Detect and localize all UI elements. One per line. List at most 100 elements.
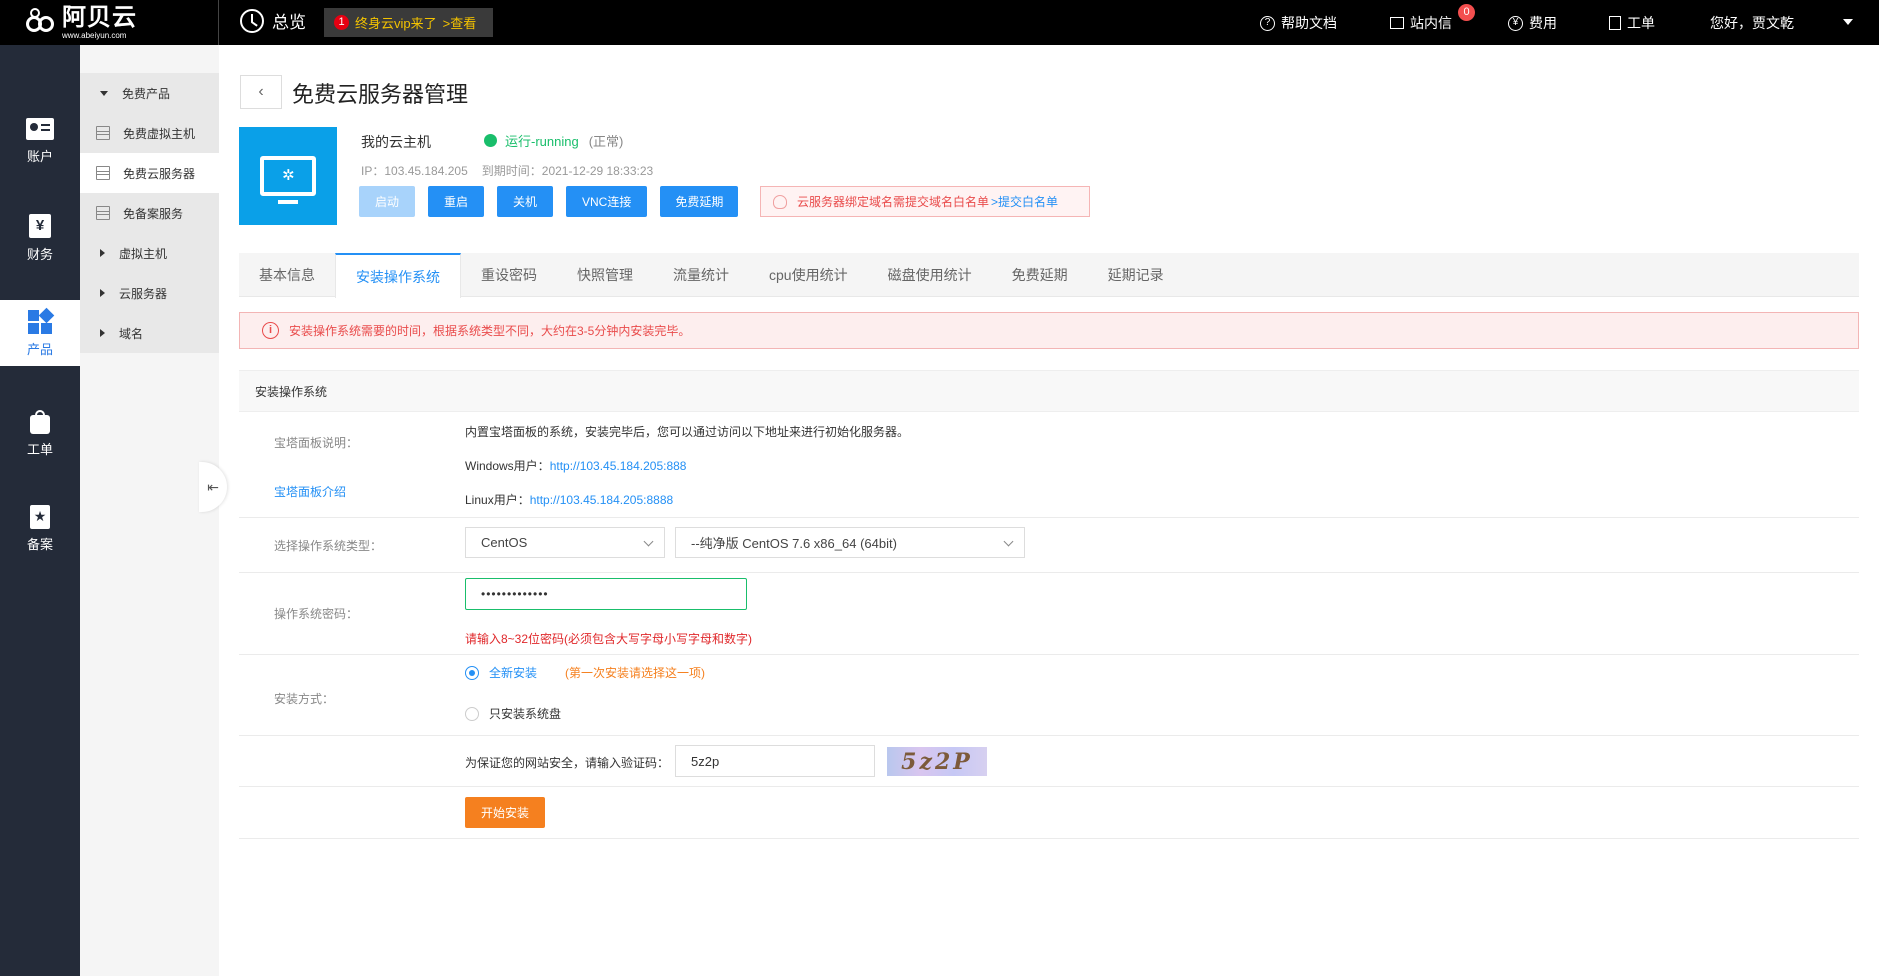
os-password-label: 操作系统密码： xyxy=(274,607,359,621)
id-card-icon xyxy=(26,116,54,142)
row-divider xyxy=(239,786,1859,787)
chevron-down-icon xyxy=(1003,536,1014,547)
main-sidebar: 账户 ¥ 财务 产品 工单 ★ 备案 xyxy=(0,45,80,976)
alert-info-icon: i xyxy=(262,322,279,339)
restart-button[interactable]: 重启 xyxy=(428,186,484,217)
messages-label: 站内信 xyxy=(1410,15,1452,31)
page-title: 免费云服务器管理 xyxy=(292,82,469,107)
yen-icon: ¥ xyxy=(26,213,54,240)
subnav-group-free[interactable]: 免费产品 xyxy=(80,73,219,113)
chevron-down-icon xyxy=(643,536,654,547)
panel-intro-link[interactable]: 宝塔面板介绍 xyxy=(274,483,346,500)
user-menu[interactable]: 您好，贾文乾 xyxy=(1710,13,1794,33)
subnav-group-label: 域名 xyxy=(119,326,144,341)
bag-icon xyxy=(26,409,54,435)
messages-link[interactable]: 站内信 0 xyxy=(1390,4,1475,33)
row-divider xyxy=(239,517,1859,518)
row-divider xyxy=(239,838,1859,839)
tab-cpu-stats[interactable]: cpu使用统计 xyxy=(749,253,868,297)
tickets-label: 工单 xyxy=(1627,15,1655,31)
captcha-input[interactable]: 5z2p xyxy=(675,745,875,777)
full-install-note: (第一次安装请选择这一项) xyxy=(565,666,706,680)
subnav-group-vhost[interactable]: 虚拟主机 xyxy=(80,233,219,273)
os-version-select[interactable]: --纯净版 CentOS 7.6 x86_64 (64bit) xyxy=(675,527,1025,558)
nav-account-label: 账户 xyxy=(26,148,53,164)
start-install-button[interactable]: 开始安装 xyxy=(465,797,545,828)
expand-right-icon xyxy=(100,289,105,297)
tab-install-os[interactable]: 安装操作系统 xyxy=(335,253,461,298)
radio-full-install[interactable]: 全新安装 (第一次安装请选择这一项) xyxy=(465,664,705,681)
logo-mark-icon xyxy=(24,8,58,38)
tab-basic-info[interactable]: 基本信息 xyxy=(239,253,335,297)
help-docs-label: 帮助文档 xyxy=(1281,15,1337,31)
vnc-button[interactable]: VNC连接 xyxy=(566,186,648,217)
linux-label: Linux用户： xyxy=(465,493,530,507)
nav-filing[interactable]: ★ 备案 xyxy=(0,495,80,561)
expand-down-icon xyxy=(100,90,108,96)
captcha-label: 为保证您的网站安全，请输入验证码： xyxy=(465,756,670,770)
submit-whitelist-link[interactable]: >提交白名单 xyxy=(991,193,1058,210)
panel-info-label: 宝塔面板说明： xyxy=(274,436,359,450)
os-type-value: CentOS xyxy=(481,535,528,550)
top-bar: 阿贝云 www.abeiyun.com 总览 1 终身云vip来了 >查看 ? … xyxy=(0,0,1879,45)
overview-link[interactable]: 总览 xyxy=(240,8,306,33)
ticket-icon xyxy=(1609,16,1621,30)
os-version-value: --纯净版 CentOS 7.6 x86_64 (64bit) xyxy=(691,536,897,551)
nav-products[interactable]: 产品 xyxy=(0,300,80,366)
yen-circle-icon: ¥ xyxy=(1508,15,1523,31)
host-name: 我的云主机 xyxy=(361,134,431,150)
help-docs-link[interactable]: ? 帮助文档 xyxy=(1260,13,1337,33)
subnav-item-no-filing[interactable]: 免备案服务 xyxy=(80,193,219,233)
shutdown-button[interactable]: 关机 xyxy=(497,186,553,217)
status-note: (正常) xyxy=(588,134,624,149)
user-menu-caret-icon[interactable] xyxy=(1843,19,1853,25)
subnav-item-free-vhost[interactable]: 免费虚拟主机 xyxy=(80,113,219,153)
windows-label: Windows用户： xyxy=(465,459,550,473)
whitelist-notice: 云服务器绑定域名需提交域名白名单 >提交白名单 xyxy=(760,186,1090,217)
promo-text: 终身云vip来了 xyxy=(355,16,437,31)
free-extend-button[interactable]: 免费延期 xyxy=(660,186,739,217)
os-type-select[interactable]: CentOS xyxy=(465,527,665,558)
tickets-link[interactable]: 工单 xyxy=(1609,13,1655,33)
subnav-item-label: 免费云服务器 xyxy=(123,166,196,181)
subnav-item-free-cloud-server[interactable]: 免费云服务器 xyxy=(80,153,219,193)
tab-snapshots[interactable]: 快照管理 xyxy=(557,253,653,297)
expand-right-icon xyxy=(100,249,105,257)
status-dot-icon xyxy=(484,134,497,147)
radio-checked-icon xyxy=(465,665,479,680)
radio-system-only[interactable]: 只安装系统盘 xyxy=(465,705,561,722)
nav-tickets[interactable]: 工单 xyxy=(0,400,80,466)
logo[interactable]: 阿贝云 www.abeiyun.com xyxy=(24,6,137,40)
action-buttons: 启动 重启 关机 VNC连接 免费延期 xyxy=(359,186,751,217)
promo-view-link[interactable]: >查看 xyxy=(443,13,477,32)
tab-traffic-stats[interactable]: 流量统计 xyxy=(653,253,749,297)
grid-icon xyxy=(26,307,55,335)
layers-icon xyxy=(95,206,111,220)
subnav-group-cloud-server[interactable]: 云服务器 xyxy=(80,273,219,313)
tab-disk-stats[interactable]: 磁盘使用统计 xyxy=(868,253,992,297)
os-password-input[interactable]: ••••••••••••• xyxy=(465,578,747,610)
promo-banner[interactable]: 1 终身云vip来了 >查看 xyxy=(324,8,493,37)
subnav-group-domain[interactable]: 域名 xyxy=(80,313,219,353)
nav-account[interactable]: 账户 xyxy=(0,107,80,173)
windows-url-link[interactable]: http://103.45.184.205:888 xyxy=(550,459,687,473)
back-button[interactable]: ‹ xyxy=(240,75,282,109)
full-install-label: 全新安装 xyxy=(489,666,538,680)
nav-filing-label: 备案 xyxy=(26,536,53,552)
tab-reset-password[interactable]: 重设密码 xyxy=(461,253,557,297)
tab-extend-records[interactable]: 延期记录 xyxy=(1088,253,1184,297)
captcha-image[interactable]: 5z2P xyxy=(887,747,987,776)
expire-label: 到期时间： xyxy=(481,164,542,178)
start-button[interactable]: 启动 xyxy=(359,186,415,217)
subnav-item-label: 免备案服务 xyxy=(123,206,184,221)
nav-finance[interactable]: ¥ 财务 xyxy=(0,205,80,271)
fees-link[interactable]: ¥ 费用 xyxy=(1508,13,1557,33)
nav-tickets-label: 工单 xyxy=(26,441,53,457)
section-title: 安装操作系统 xyxy=(239,370,1859,412)
layers-icon xyxy=(95,126,111,140)
host-status: 运行-running (正常) xyxy=(484,131,623,150)
tab-free-extend[interactable]: 免费延期 xyxy=(992,253,1088,297)
user-greeting: 您好，贾文乾 xyxy=(1710,15,1794,31)
radio-unchecked-icon xyxy=(465,706,479,721)
linux-url-link[interactable]: http://103.45.184.205:8888 xyxy=(530,493,673,507)
